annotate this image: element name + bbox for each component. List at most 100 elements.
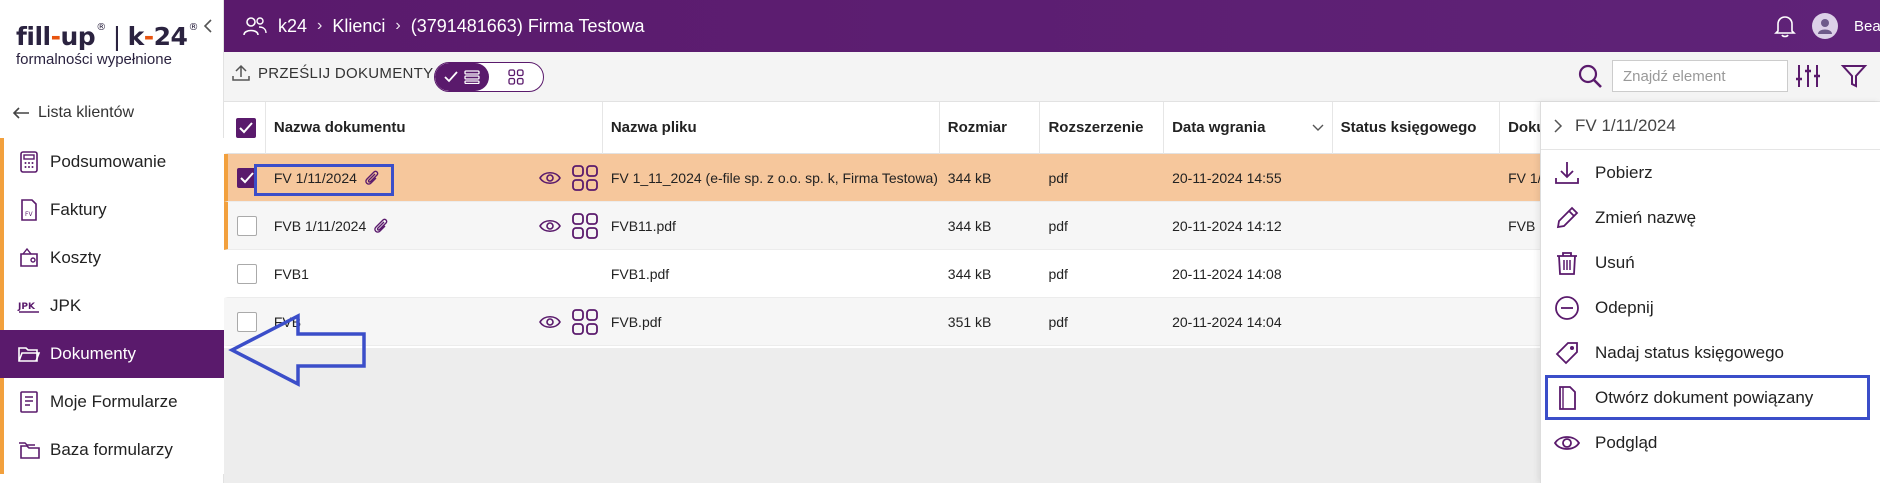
menu-item-label: Podgląd [1595, 432, 1658, 452]
extension-cell: pdf [1048, 169, 1068, 186]
file-name-cell: FVB.pdf [610, 313, 662, 330]
menu-item-open-related-document[interactable]: Otwórz dokument powiązany [1545, 375, 1870, 420]
grid-icon[interactable] [571, 308, 599, 336]
arrow-left-icon [12, 107, 29, 119]
username[interactable]: Beat [1854, 18, 1880, 35]
logo-reg2: ® [188, 22, 198, 33]
doc-cell: FV 1/ [1508, 169, 1540, 186]
breadcrumb-root[interactable]: k24 [278, 16, 307, 37]
sidebar: fill-up® | k-24® formalności wypełnione Li… [0, 0, 224, 483]
eye-icon[interactable] [538, 314, 561, 330]
grid-icon[interactable] [571, 164, 599, 192]
filter-icon[interactable] [1840, 62, 1868, 90]
select-all-checkbox[interactable] [236, 117, 257, 138]
extension-cell: pdf [1048, 217, 1068, 234]
grid-view-option[interactable] [489, 63, 543, 91]
pencil-icon [1556, 206, 1579, 228]
table-row[interactable]: FVB1 FVB1.pdf 344 kB pdf 20-11-2024 14:0… [224, 250, 1540, 298]
logo-dash: - [50, 22, 61, 51]
menu-item-label: Odepnij [1595, 297, 1654, 317]
breadcrumb-clients[interactable]: Klienci [332, 16, 385, 37]
menu-item-label: Nadaj status księgowego [1595, 342, 1785, 362]
upload-icon [232, 64, 250, 81]
grid-icon [508, 69, 524, 85]
folders-icon [16, 437, 42, 463]
status-cell [1333, 202, 1500, 250]
menu-item-label: Zmień nazwę [1595, 207, 1697, 227]
sidebar-item-label: Baza formularzy [50, 440, 173, 459]
date-cell: 20-11-2024 14:12 [1172, 217, 1282, 234]
extension-cell: pdf [1048, 313, 1068, 330]
eye-icon[interactable] [538, 170, 561, 186]
sidebar-item-dokumenty[interactable]: Dokumenty [0, 330, 224, 378]
view-toggle [434, 62, 544, 92]
menu-item-preview[interactable]: Podgląd [1541, 420, 1880, 465]
menu-item-rename[interactable]: Zmień nazwę [1541, 195, 1880, 240]
paperclip-icon[interactable] [372, 217, 390, 235]
table-row[interactable]: FVB FVB.pdf 351 kB pdf 20-11-2024 14:04 [224, 298, 1540, 346]
eye-icon[interactable] [538, 218, 561, 234]
context-menu-header[interactable]: FV 1/11/2024 [1541, 102, 1880, 150]
annotation-highlight-document-name [254, 164, 394, 196]
documents-table: Nazwa dokumentu Nazwa pliku Rozmiar Rozs… [224, 101, 1540, 346]
chevron-left-icon [203, 19, 212, 33]
sidebar-item-koszty[interactable]: Koszty [0, 234, 224, 282]
select-all-cell [228, 101, 266, 154]
column-header-file[interactable]: Nazwa pliku [603, 101, 940, 154]
menu-item-label: Usuń [1595, 252, 1635, 272]
check-icon [444, 71, 458, 83]
upload-documents-button[interactable]: PRZEŚLIJ DOKUMENTY [232, 64, 433, 82]
document-name: FVB 1/11/2024 [273, 217, 367, 234]
menu-item-set-status[interactable]: Nadaj status księgowego [1541, 330, 1880, 375]
sidebar-item-podsumowanie[interactable]: Podsumowanie [0, 138, 224, 186]
column-settings-icon[interactable] [1794, 62, 1822, 90]
table-row[interactable]: FV 1/11/2024 FV 1_11_2024 (e-file sp. z … [224, 154, 1540, 202]
row-check-cell [228, 250, 266, 298]
column-header-size[interactable]: Rozmiar [940, 101, 1041, 154]
column-header-status[interactable]: Status księgowego [1333, 101, 1501, 154]
back-to-clients-link[interactable]: Lista klientów [12, 104, 134, 122]
search-icon[interactable] [1576, 62, 1604, 90]
row-actions [538, 308, 599, 336]
folder-icon [16, 341, 42, 367]
chevron-down-icon [1312, 124, 1324, 131]
sidebar-item-jpk[interactable]: JPK JPK [0, 282, 224, 330]
logo-24: 24 [153, 22, 188, 51]
menu-item-label: Pobierz [1595, 162, 1653, 182]
column-header-extension[interactable]: Rozszerzenie [1040, 101, 1165, 154]
list-icon [464, 70, 480, 84]
menu-item-label: Otwórz dokument powiązany [1595, 387, 1814, 407]
row-actions [538, 164, 599, 192]
menu-item-detach[interactable]: Odepnij [1541, 285, 1880, 330]
column-header-name[interactable]: Nazwa dokumentu [266, 101, 603, 154]
menu-item-delete[interactable]: Usuń [1541, 240, 1880, 285]
sidebar-item-baza-formularzy[interactable]: Baza formularzy [0, 426, 224, 474]
bell-icon[interactable] [1774, 14, 1796, 38]
sidebar-item-label: Podsumowanie [50, 152, 167, 171]
sidebar-item-moje-formularze[interactable]: Moje Formularze [0, 378, 224, 426]
doc-cell [1500, 250, 1540, 298]
trash-icon [1557, 251, 1577, 275]
download-icon [1555, 161, 1579, 184]
search-input[interactable] [1612, 60, 1788, 92]
breadcrumb-client: (3791481663) Firma Testowa [410, 15, 645, 36]
date-cell: 20-11-2024 14:04 [1172, 313, 1282, 330]
row-checkbox[interactable] [236, 263, 257, 284]
size-cell: 344 kB [947, 265, 992, 282]
column-header-doc[interactable]: Doku [1500, 102, 1540, 154]
svg-text:JPK: JPK [17, 302, 36, 312]
costs-icon [16, 245, 42, 271]
form-icon [16, 389, 42, 415]
list-view-option[interactable] [435, 63, 489, 91]
table-empty-area [224, 348, 1540, 483]
sidebar-item-faktury[interactable]: FV Faktury [0, 186, 224, 234]
row-checkbox[interactable] [236, 215, 257, 236]
collapse-sidebar-button[interactable] [202, 18, 214, 39]
table-row[interactable]: FVB 1/11/2024 FVB11.pdf 344 kB pdf 20-11… [224, 202, 1540, 250]
grid-icon[interactable] [571, 212, 599, 240]
column-header-date[interactable]: Data wgrania [1164, 101, 1333, 154]
top-right-area: Beat [1774, 0, 1880, 52]
menu-item-download[interactable]: Pobierz [1541, 150, 1880, 195]
doc-cell: FVB 1 [1508, 217, 1540, 234]
avatar[interactable] [1812, 13, 1838, 39]
